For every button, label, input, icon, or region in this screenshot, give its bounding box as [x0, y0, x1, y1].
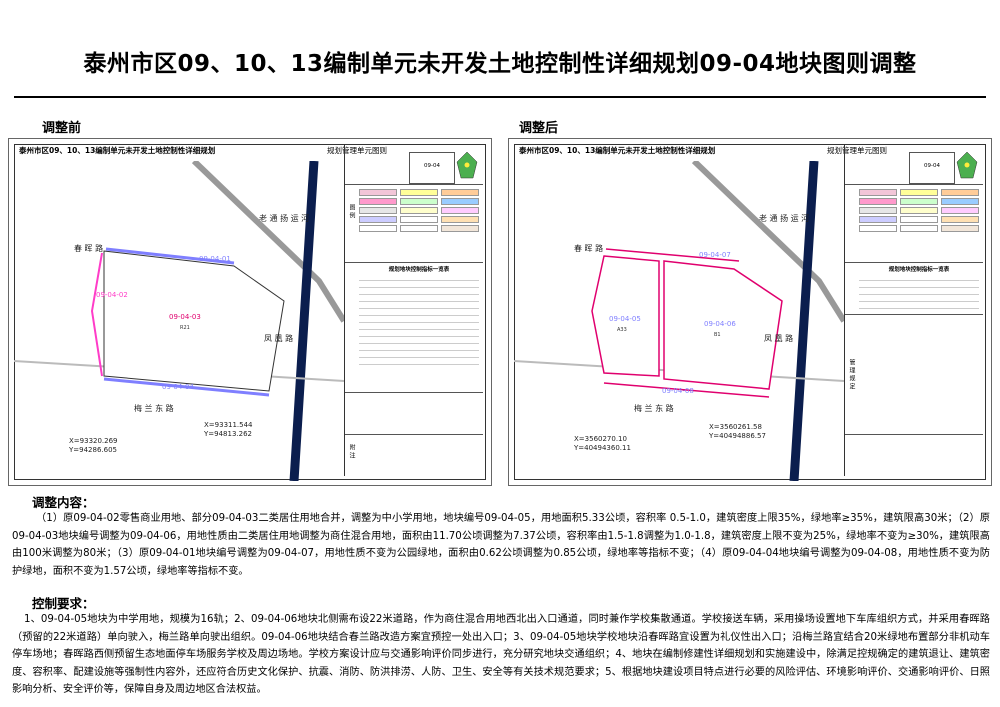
- after-panel: 泰州市区09、10、13编制单元未开发土地控制性详细规划 规划管理单元图则 09…: [508, 138, 992, 486]
- before-legend: [359, 189, 479, 232]
- coord-2-x: X=93311.544: [204, 421, 253, 429]
- parcel-label-09-04-08: 09-04-08: [662, 387, 694, 395]
- parcel-label-09-04-03: 09-04-03: [169, 313, 201, 321]
- after-unit-code-box: 09-04: [909, 152, 955, 184]
- parcel-label-09-04-01: 09-04-01: [199, 255, 231, 263]
- side-label-legend: 图例: [348, 204, 355, 220]
- side-label-note: 附注: [348, 444, 355, 460]
- control-heading: 控制要求：: [32, 596, 95, 611]
- after-index-table: [859, 274, 979, 309]
- before-key-map: [456, 151, 478, 179]
- road-label-canal: 老 通 扬 运 河: [259, 213, 309, 223]
- parcel-sub-09-04-03: R21: [180, 325, 190, 331]
- before-land-use-map: 09-04-01 09-04-02 09-04-03 R21 09-04-04 …: [14, 161, 344, 481]
- before-unit-code-box: 09-04: [409, 152, 455, 184]
- page-title: 泰州市区09、10、13编制单元未开发土地控制性详细规划09-04地块图则调整: [83, 51, 917, 77]
- before-side-panel: 09-04 图例 规划地块控制指标一览表 附注: [344, 144, 483, 476]
- road-label-chunhui: 春 晖 路: [574, 243, 603, 253]
- coord-2-y: Y=40494886.57: [708, 432, 766, 440]
- parcel-sub-09-04-05: A33: [617, 327, 627, 333]
- after-label: 调整后: [519, 121, 559, 136]
- parcel-09-04-02-outline: [90, 252, 103, 377]
- parcel-label-09-04-04: 09-04-04: [162, 383, 194, 391]
- after-legend: [859, 189, 979, 232]
- after-sheet-title: 泰州市区09、10、13编制单元未开发土地控制性详细规划: [519, 146, 716, 155]
- content-heading: 调整内容：: [32, 495, 95, 510]
- before-index-table: [359, 274, 479, 365]
- coord-2-x: X=3560261.58: [709, 423, 762, 431]
- parcel-09-04-03-shape: [103, 250, 285, 392]
- side-label-management: 管理规定: [848, 359, 855, 391]
- before-unit-code: 09-04: [424, 163, 440, 169]
- before-label: 调整前: [42, 121, 82, 136]
- before-panel: 泰州市区09、10、13编制单元未开发土地控制性详细规划 规划管理单元图则 09…: [8, 138, 492, 486]
- parcel-label-09-04-02: 09-04-02: [96, 291, 128, 299]
- fengqiu-road-strip: [789, 161, 819, 481]
- parcel-label-09-04-06: 09-04-06: [704, 320, 736, 328]
- coord-1-y: Y=94286.605: [68, 446, 117, 454]
- parcel-label-09-04-07: 09-04-07: [699, 251, 731, 259]
- fengqiu-road-strip: [289, 161, 319, 481]
- before-index-table-title: 规划地块控制指标一览表: [388, 267, 450, 273]
- road-label-canal: 老 通 扬 运 河: [759, 213, 809, 223]
- after-land-use-map: 09-04-07 09-04-05 A33 09-04-06 B1 09-04-…: [514, 161, 844, 481]
- road-label-fengqiu: 凤 凰 路: [764, 333, 793, 343]
- parcel-label-09-04-05: 09-04-05: [609, 315, 641, 323]
- after-index-table-title: 规划地块控制指标一览表: [888, 267, 950, 273]
- after-unit-code: 09-04: [924, 163, 940, 169]
- parcel-sub-09-04-06: B1: [714, 332, 721, 338]
- title-rule: [14, 96, 986, 98]
- coord-1-x: X=3560270.10: [574, 435, 627, 443]
- content-paragraph: （1）原09-04-02零售商业用地、部分09-04-03二类居住用地合并，调整…: [12, 513, 990, 577]
- coord-1-y: Y=40494360.11: [573, 444, 631, 452]
- road-label-fengqiu: 凤 凰 路: [264, 333, 293, 343]
- road-label-meilan: 梅 兰 东 路: [634, 403, 674, 413]
- road-label-meilan: 梅 兰 东 路: [134, 403, 174, 413]
- before-sheet-title: 泰州市区09、10、13编制单元未开发土地控制性详细规划: [19, 146, 216, 155]
- coord-1-x: X=93320.269: [69, 437, 118, 445]
- after-side-panel: 09-04 规划地块控制指标一览表 管理规定: [844, 144, 983, 476]
- road-label-chunhui: 春 晖 路: [74, 243, 103, 253]
- coord-2-y: Y=94813.262: [203, 430, 252, 438]
- after-key-map: [956, 151, 978, 179]
- control-paragraph: 1、09-04-05地块为中学用地，规模为16轨；2、09-04-06地块北侧需…: [12, 614, 990, 696]
